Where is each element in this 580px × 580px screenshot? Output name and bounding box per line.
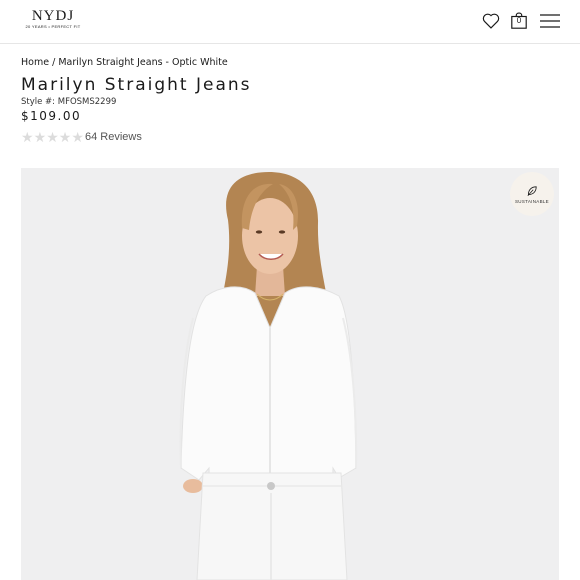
star-icon: ★ — [58, 129, 72, 145]
style-number: Style #: MFOSMS2299 — [21, 97, 117, 107]
menu-button[interactable] — [539, 10, 561, 32]
product-price: $109.00 — [21, 109, 82, 123]
model-photo — [179, 172, 358, 580]
product-rating[interactable]: ★ ★ ★ ★ ★ 64 Reviews — [21, 130, 142, 144]
sustainable-badge: SUSTAINABLE — [510, 172, 554, 216]
breadcrumb: Home / Marilyn Straight Jeans - Optic Wh… — [21, 57, 228, 68]
site-header: NYDJ 20 YEARS • PERFECT FIT 0 — [0, 0, 580, 44]
rating-stars: ★ ★ ★ ★ ★ — [21, 130, 84, 144]
breadcrumb-separator: / — [49, 57, 59, 68]
nydj-logo[interactable]: NYDJ 20 YEARS • PERFECT FIT — [22, 9, 84, 30]
reviews-link[interactable]: 64 Reviews — [85, 131, 142, 143]
logo-tagline: 20 YEARS • PERFECT FIT — [25, 24, 81, 29]
wishlist-button[interactable] — [480, 10, 502, 32]
star-icon: ★ — [46, 129, 59, 145]
leaf-icon — [527, 185, 537, 196]
logo-wordmark: NYDJ — [31, 8, 75, 24]
star-icon: ★ — [33, 129, 47, 145]
badge-label: SUSTAINABLE — [515, 198, 549, 204]
star-icon: ★ — [21, 129, 34, 145]
star-icon: ★ — [71, 129, 84, 145]
breadcrumb-current[interactable]: Marilyn Straight Jeans - Optic White — [58, 57, 227, 68]
breadcrumb-home[interactable]: Home — [21, 57, 49, 68]
hamburger-menu-icon — [540, 14, 560, 28]
cart-button[interactable]: 0 — [508, 10, 530, 32]
heart-icon — [482, 13, 500, 29]
product-image[interactable]: SUSTAINABLE — [21, 168, 559, 580]
cart-count: 0 — [516, 16, 522, 25]
product-title: Marilyn Straight Jeans — [21, 75, 252, 95]
